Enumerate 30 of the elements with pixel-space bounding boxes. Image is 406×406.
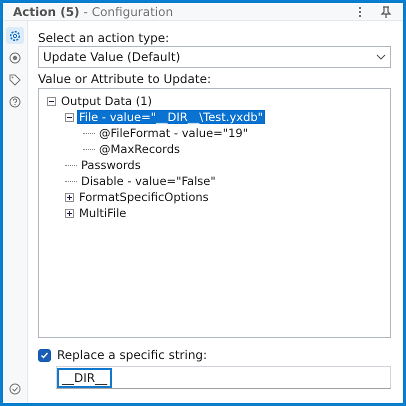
tree-item[interactable]: Disable - value="False" [79, 174, 218, 188]
sidebar-tab[interactable] [6, 27, 24, 44]
check-circle-icon [9, 383, 21, 395]
field-label: Select an action type: [38, 31, 170, 45]
selected-text: __DIR__ [57, 368, 112, 388]
tree-item[interactable]: Passwords [79, 158, 143, 172]
tree-item[interactable]: @MaxRecords [97, 142, 182, 156]
expand-icon[interactable] [65, 208, 74, 218]
collapse-icon[interactable] [65, 112, 74, 122]
tree-item[interactable]: @FileFormat - value="19" [97, 126, 250, 140]
action-type-dropdown[interactable]: Update Value (Default) [38, 46, 391, 68]
tree-item[interactable]: Output Data (1) [59, 94, 154, 108]
tree-item[interactable]: File - value="__DIR__\Test.yxdb" [77, 110, 265, 124]
window-title: Action (5) [13, 4, 80, 18]
help-icon [9, 96, 21, 108]
checkbox-label: Replace a specific string: [57, 348, 208, 362]
field-label: Value or Attribute to Update: [38, 72, 212, 86]
tag-icon [9, 74, 21, 86]
checkbox[interactable] [38, 348, 51, 362]
settings-icon [9, 30, 21, 42]
tree-item[interactable]: FormatSpecificOptions [77, 190, 211, 204]
chevron-down-icon [376, 54, 386, 60]
input-field[interactable]: __DIR__ [56, 366, 391, 389]
pin-icon[interactable] [379, 4, 393, 18]
expand-icon[interactable] [65, 192, 74, 202]
tree-item[interactable]: MultiFile [77, 206, 128, 220]
checkmark-icon [40, 350, 49, 360]
collapse-icon[interactable] [47, 96, 56, 106]
window-subtitle: - Configuration [84, 4, 174, 18]
circle-icon [9, 52, 21, 64]
